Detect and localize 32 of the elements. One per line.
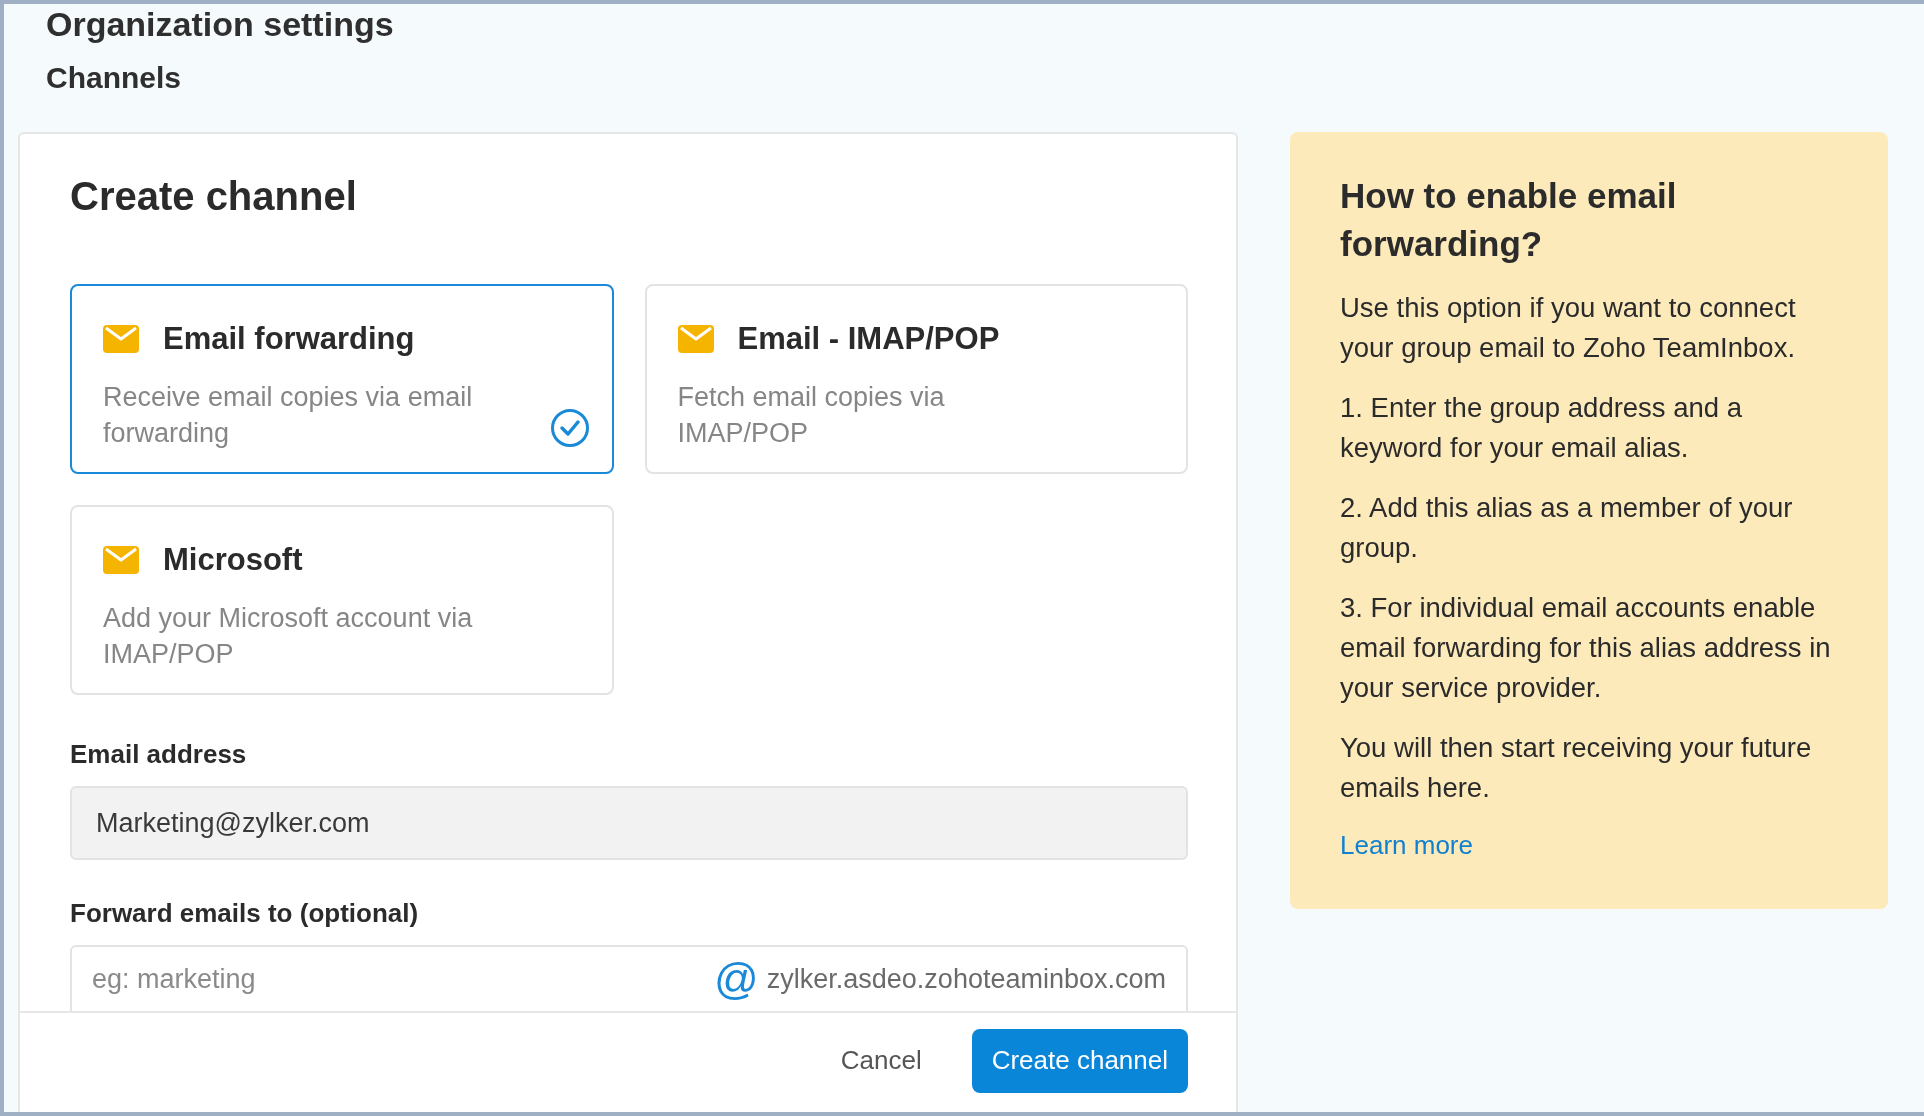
forward-email-field[interactable]: eg: marketing @ zylker.asdeo.zohoteaminbox.com bbox=[70, 945, 1188, 1011]
option-description: Receive email copies via email forwarding bbox=[103, 380, 474, 450]
option-title: Microsoft bbox=[163, 541, 303, 579]
alias-input[interactable]: eg: marketing bbox=[92, 958, 715, 1000]
help-paragraph: 3. For individual email accounts enable email forwarding for this alias address in your service provider. bbox=[1340, 591, 1832, 705]
option-title: Email forwarding bbox=[163, 320, 415, 358]
envelope-icon bbox=[103, 325, 139, 354]
envelope-icon bbox=[103, 546, 139, 575]
option-description: Add your Microsoft account via IMAP/POP bbox=[103, 601, 474, 671]
form-title: Create channel bbox=[70, 173, 358, 220]
at-sign: @ bbox=[714, 957, 759, 1001]
channel-option-card[interactable]: Email - IMAP/POP Fetch email copies via IMAP/POP bbox=[644, 284, 1188, 474]
help-paragraph: 1. Enter the group address and a keyword for your email alias. bbox=[1340, 391, 1744, 465]
cancel-button[interactable]: Cancel bbox=[830, 1027, 932, 1094]
option-description: Fetch email copies via IMAP/POP bbox=[677, 380, 946, 450]
channel-option-card[interactable]: Microsoft Add your Microsoft account via IMAP/POP bbox=[70, 505, 614, 695]
field-label: Email address bbox=[70, 738, 248, 771]
email-address-field[interactable]: Marketing@zylker.com bbox=[70, 786, 1188, 860]
help-title: How to enable email forwarding? bbox=[1340, 175, 1678, 265]
check-circle-icon bbox=[549, 408, 590, 448]
field-label: Forward emails to (optional) bbox=[70, 897, 420, 930]
domain-text: zylker.asdeo.zohoteaminbox.com bbox=[766, 962, 1166, 996]
envelope-icon bbox=[677, 325, 714, 354]
channel-option-card[interactable]: Email forwarding Receive email copies via email forwarding bbox=[70, 284, 614, 474]
help-paragraph: You will then start receiving your future emails here. bbox=[1340, 731, 1813, 805]
help-paragraph: 2. Add this alias as a member of your group. bbox=[1340, 491, 1794, 565]
option-title: Email - IMAP/POP bbox=[737, 320, 1000, 358]
create-channel-button[interactable]: Create channel bbox=[971, 1028, 1188, 1093]
page-title: Organization settings bbox=[46, 4, 395, 44]
section-title: Channels bbox=[46, 60, 183, 96]
learn-more-link[interactable]: Learn more bbox=[1340, 826, 1473, 865]
help-paragraph: Use this option if you want to connect your group email to Zoho TeamInbox. bbox=[1340, 291, 1797, 365]
